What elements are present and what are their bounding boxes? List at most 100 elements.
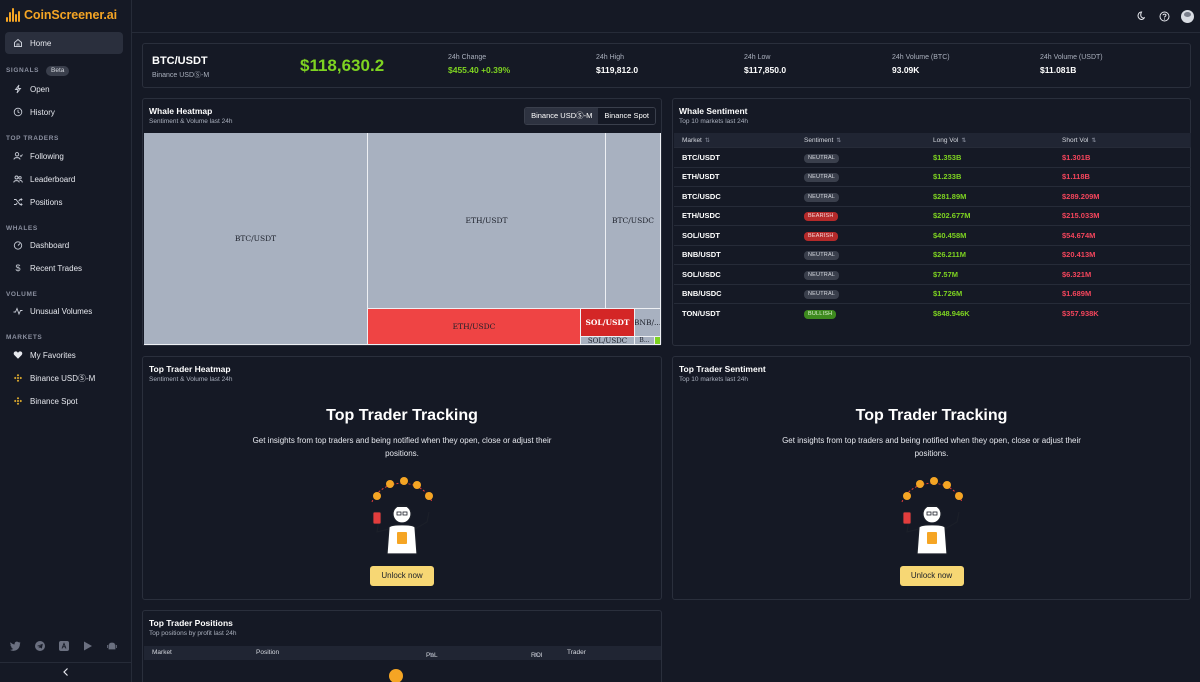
table-row[interactable]: TON/USDT BULLISH $848.946K $357.938K <box>674 303 1191 323</box>
sidebar-item-leaderboard[interactable]: Leaderboard <box>5 168 123 190</box>
heatmap-cell-bnb-usdt[interactable]: BNB/... <box>635 309 661 337</box>
heatmap-cell-ton-usdt[interactable] <box>655 337 661 345</box>
sidebar-item-following[interactable]: Following <box>5 145 123 167</box>
app-root: CoinScreener.ai Home SIGNALS Beta Open H… <box>0 0 1200 682</box>
google-play-icon[interactable] <box>83 641 93 654</box>
table-row[interactable]: ETH/USDT NEUTRAL $1.233B $1.118B <box>674 166 1191 187</box>
heatmap-cell-sol-usdt[interactable]: SOL/USDT <box>581 309 635 337</box>
sentiment-cell: NEUTRAL <box>804 191 933 202</box>
long-vol-cell: $26.211M <box>933 250 966 260</box>
tab-binance-spot[interactable]: Binance Spot <box>598 108 655 124</box>
heatmap-cell-sol-usdc[interactable]: SOL/USDC <box>581 337 635 345</box>
stat-24h-volume-btc: 24h Volume (BTC) 93.09K <box>892 54 950 75</box>
column-header[interactable]: Sentiment ⇅ <box>804 137 933 144</box>
unlock-now-button[interactable]: Unlock now <box>370 566 434 586</box>
promo-text: Get insights from top traders and being … <box>782 436 1081 458</box>
sidebar-item-history[interactable]: History <box>5 101 123 123</box>
juggler-illustration-partial <box>389 669 403 682</box>
sidebar-item-unusual-volumes[interactable]: Unusual Volumes <box>5 300 123 322</box>
sidebar-item-label: Recent Trades <box>30 263 83 273</box>
column-header[interactable]: Long Vol ⇅ <box>933 137 1062 144</box>
column-header[interactable]: Short Vol ⇅ <box>1062 137 1191 144</box>
column-header-trader[interactable]: Trader <box>567 649 586 656</box>
header-label: Market <box>682 136 702 144</box>
help-icon[interactable] <box>1157 9 1171 23</box>
juggler-illustration <box>887 472 977 562</box>
table-row[interactable]: ETH/USDC BEARISH $202.677M $215.033M <box>674 205 1191 226</box>
card-subtitle: Top 10 markets last 24h <box>679 118 749 125</box>
sidebar-item-binance-spot[interactable]: Binance Spot <box>5 390 123 412</box>
table-row[interactable]: BNB/USDT NEUTRAL $26.211M $20.413M <box>674 244 1191 265</box>
heatmap-cell-eth-usdc[interactable]: ETH/USDC <box>368 309 581 345</box>
sidebar-item-dashboard[interactable]: Dashboard <box>5 234 123 256</box>
header-label: Short Vol <box>1062 136 1089 144</box>
sidebar-item-label: Binance Spot <box>30 396 78 406</box>
sidebar-item-recent-trades[interactable]: $ Recent Trades <box>5 257 123 279</box>
sidebar-item-label: Leaderboard <box>30 174 76 184</box>
tab-binance-usdm[interactable]: Binance USDⓈ-M <box>525 108 599 124</box>
column-header-market[interactable]: Market <box>152 649 172 656</box>
column-header-position[interactable]: Position <box>256 649 279 656</box>
sidebar-item-home[interactable]: Home <box>5 32 123 54</box>
stat-label: 24h Volume (BTC) <box>892 54 950 61</box>
sidebar-item-label: My Favorites <box>30 350 76 360</box>
sentiment-cell: NEUTRAL <box>804 171 933 183</box>
table-row[interactable]: BNB/USDC NEUTRAL $1.726M $1.689M <box>674 283 1191 304</box>
stat-label: 24h Change <box>448 54 487 61</box>
table-row[interactable]: BTC/USDT NEUTRAL $1.353B $1.301B <box>674 147 1191 167</box>
top-trader-positions-card: Top Trader Positions Top positions by pr… <box>142 610 662 682</box>
table-body: BTC/USDT NEUTRAL $1.353B $1.301B ETH/USDT NEU… <box>674 147 1191 323</box>
heatmap-cell-bnb-usdc[interactable]: B... <box>635 337 655 345</box>
positions-table-header: Market Position PnL ⇅ ROI ⇅ Trader <box>144 646 661 660</box>
moon-icon[interactable] <box>1133 9 1147 23</box>
section-whales: WHALES <box>6 225 38 232</box>
unlock-now-button[interactable]: Unlock now <box>899 566 964 586</box>
table-row[interactable]: SOL/USDT BEARISH $40.458M $54.674M <box>674 225 1191 245</box>
section-markets: MARKETS <box>6 334 43 341</box>
telegram-icon[interactable] <box>35 641 45 654</box>
stat-label: 24h High <box>596 54 625 61</box>
collapse-sidebar-button[interactable] <box>0 662 131 682</box>
sort-icon: ⇅ <box>961 137 967 144</box>
android-icon[interactable] <box>107 641 117 654</box>
sentiment-badge: NEUTRAL <box>804 251 840 261</box>
ticker-exchange: Binance USDⓈ-M <box>152 72 210 79</box>
short-vol-cell: $6.321M <box>1062 269 1092 279</box>
table-header: Market ⇅ Sentiment ⇅ Long Vol ⇅ Short Vol ⇅ <box>674 133 1191 147</box>
long-vol-cell: $1.353B <box>933 152 962 162</box>
users-icon <box>13 174 23 184</box>
card-title: Top Trader Heatmap <box>149 364 231 374</box>
sentiment-cell: BEARISH <box>804 210 933 222</box>
long-vol-cell: $281.89M <box>933 191 967 201</box>
sidebar-item-open[interactable]: Open <box>5 78 123 100</box>
twitter-icon[interactable] <box>10 641 21 654</box>
sort-icon: ⇅ <box>704 137 710 144</box>
heatmap-cell-eth-usdt[interactable]: ETH/USDT <box>368 133 606 309</box>
table-row[interactable]: SOL/USDC NEUTRAL $7.57M $6.321M <box>674 264 1191 284</box>
card-title: Whale Sentiment <box>679 106 748 116</box>
card-title: Top Trader Sentiment <box>679 364 766 374</box>
sidebar-item-positions[interactable]: Positions <box>5 191 123 213</box>
user-avatar[interactable] <box>1181 9 1194 23</box>
sidebar-item-binance-usdm[interactable]: Binance USDⓈ-M <box>5 367 123 389</box>
app-store-icon[interactable] <box>59 641 69 654</box>
section-top-traders: TOP TRADERS <box>6 135 59 142</box>
table-row[interactable]: BTC/USDC NEUTRAL $281.89M $289.209M <box>674 186 1191 206</box>
market-cell: BTC/USDT <box>682 152 720 162</box>
sidebar-item-my-favorites[interactable]: My Favorites <box>5 344 123 366</box>
heatmap-cell-btc-usdc[interactable]: BTC/USDC <box>606 133 661 309</box>
sentiment-cell: NEUTRAL <box>804 152 933 163</box>
sidebar-item-label: Home <box>30 38 52 48</box>
chevron-left-icon <box>62 666 70 680</box>
column-header[interactable]: Market ⇅ <box>674 137 804 144</box>
sentiment-cell: BEARISH <box>804 230 933 241</box>
sentiment-table: Market ⇅ Sentiment ⇅ Long Vol ⇅ Short Vol ⇅ … <box>674 133 1191 323</box>
stat-24h-volume-usdt: 24h Volume (USDT) $11.081B <box>1040 54 1103 75</box>
stat-value: $11.081B <box>1040 65 1077 75</box>
heatmap-cell-btc-usdt[interactable]: BTC/USDT <box>144 133 368 345</box>
stat-value: $117,850.0 <box>744 65 787 75</box>
short-vol-cell: $289.209M <box>1062 191 1100 201</box>
heart-icon <box>13 350 23 360</box>
brand-logo[interactable]: CoinScreener.ai <box>6 6 117 24</box>
gauge-icon <box>13 240 23 250</box>
